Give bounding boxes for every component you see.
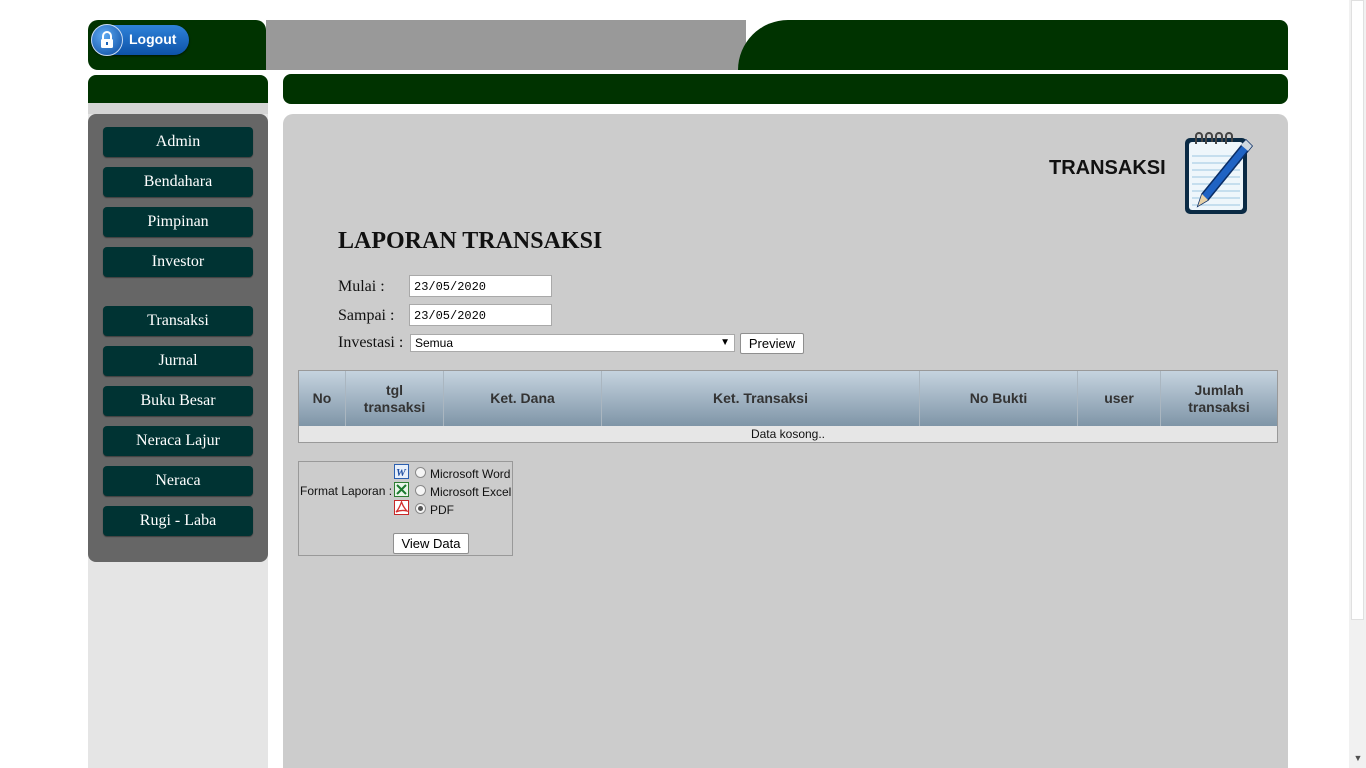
transaction-table: No tgl transaksi Ket. Dana Ket. Transaks… xyxy=(298,370,1278,443)
mulai-date-input[interactable]: 23/05/2020 xyxy=(409,275,552,297)
scrollbar-thumb[interactable] xyxy=(1351,0,1364,620)
lock-icon xyxy=(91,24,123,56)
pdf-icon xyxy=(394,500,410,515)
format-laporan-label: Format Laporan : xyxy=(300,484,393,498)
sidebar-item-pimpinan[interactable]: Pimpinan xyxy=(103,207,253,237)
header-middle-bar xyxy=(266,20,746,70)
sidebar-item-neraca-lajur[interactable]: Neraca Lajur xyxy=(103,426,253,456)
sidebar-item-buku-besar[interactable]: Buku Besar xyxy=(103,386,253,416)
sidebar-divider xyxy=(88,103,268,114)
format-radio-word[interactable] xyxy=(415,467,426,478)
scroll-down-arrow-icon[interactable]: ▼ xyxy=(1352,752,1364,764)
notepad-pen-icon xyxy=(1182,132,1254,216)
table-header: No tgl transaksi Ket. Dana Ket. Transaks… xyxy=(299,371,1277,426)
column-header-jumlah-transaksi: Jumlah transaksi xyxy=(1188,381,1250,415)
sidebar-item-jurnal[interactable]: Jurnal xyxy=(103,346,253,376)
column-header-user: user xyxy=(1078,371,1161,426)
table-empty-message: Data kosong.. xyxy=(299,426,1277,442)
sidebar-item-neraca[interactable]: Neraca xyxy=(103,466,253,496)
dropdown-arrow-icon: ▼ xyxy=(720,337,730,348)
logout-button[interactable]: Logout xyxy=(91,24,189,56)
investasi-select[interactable]: Semua ▼ xyxy=(410,334,735,352)
investasi-selected-value: Semua xyxy=(415,336,454,350)
mulai-label: Mulai : xyxy=(338,278,385,295)
column-header-no: No xyxy=(299,371,346,426)
investasi-label: Investasi : xyxy=(338,334,404,351)
excel-icon xyxy=(394,482,409,497)
sidebar-top-bar xyxy=(88,75,268,103)
preview-button[interactable]: Preview xyxy=(740,333,804,354)
sidebar-item-rugi-laba[interactable]: Rugi - Laba xyxy=(103,506,253,536)
sidebar-item-admin[interactable]: Admin xyxy=(103,127,253,157)
column-header-no-bukti: No Bukti xyxy=(920,371,1078,426)
column-header-ket-dana: Ket. Dana xyxy=(444,371,602,426)
sidebar-item-investor[interactable]: Investor xyxy=(103,247,253,277)
report-title: LAPORAN TRANSAKSI xyxy=(338,228,603,254)
sampai-date-input[interactable]: 23/05/2020 xyxy=(409,304,552,326)
view-data-button[interactable]: View Data xyxy=(393,533,469,554)
svg-text:W: W xyxy=(396,467,407,479)
column-header-tgl-transaksi: tgl transaksi xyxy=(346,371,444,426)
format-radio-excel[interactable] xyxy=(415,485,426,496)
header-right-bar xyxy=(738,20,1288,70)
format-option-word-label: Microsoft Word xyxy=(430,467,511,481)
word-icon: W xyxy=(394,464,409,479)
format-option-pdf-label: PDF xyxy=(430,503,454,517)
format-radio-pdf[interactable] xyxy=(415,503,426,514)
sidebar-item-transaksi[interactable]: Transaksi xyxy=(103,306,253,336)
sidebar-item-bendahara[interactable]: Bendahara xyxy=(103,167,253,197)
main-top-bar xyxy=(283,74,1288,104)
logout-label: Logout xyxy=(129,31,177,47)
page-heading: TRANSAKSI xyxy=(1049,157,1166,179)
column-header-ket-transaksi: Ket. Transaksi xyxy=(602,371,920,426)
sampai-label: Sampai : xyxy=(338,307,395,324)
format-option-excel-label: Microsoft Excel xyxy=(430,485,512,499)
